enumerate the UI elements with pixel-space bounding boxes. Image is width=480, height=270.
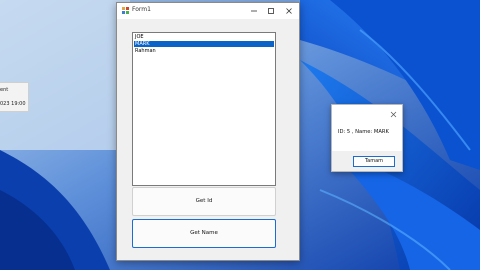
list-item[interactable]: JOE xyxy=(134,34,274,40)
title-bar[interactable]: Form1 xyxy=(117,3,299,19)
names-listbox[interactable]: JOE MARK Rahman xyxy=(132,32,276,186)
window-title: Form1 xyxy=(132,6,151,13)
get-id-button[interactable]: Get Id xyxy=(132,187,276,216)
minimize-icon xyxy=(251,10,257,12)
list-item[interactable]: Rahman xyxy=(134,48,274,54)
notification-line-1: ent xyxy=(0,87,9,93)
app-icon xyxy=(122,7,129,14)
close-icon xyxy=(286,8,292,14)
form1-window: Form1 JOE MARK Rahman Get Id Get Name xyxy=(116,2,300,261)
notification-fragment[interactable]: ent 023 19:00 xyxy=(0,82,29,112)
maximize-icon xyxy=(268,8,274,14)
list-item-selected[interactable]: MARK xyxy=(134,41,274,47)
close-icon[interactable] xyxy=(390,111,397,118)
message-footer: Tamam xyxy=(332,151,402,171)
minimize-button[interactable] xyxy=(245,3,263,19)
message-box: ID: 5 , Name: MARK Tamam xyxy=(331,104,403,172)
message-text: ID: 5 , Name: MARK xyxy=(338,129,389,135)
close-button[interactable] xyxy=(280,3,298,19)
ok-button[interactable]: Tamam xyxy=(353,156,395,167)
maximize-button[interactable] xyxy=(262,3,280,19)
notification-line-2: 023 19:00 xyxy=(0,101,26,107)
get-name-button[interactable]: Get Name xyxy=(132,219,276,248)
